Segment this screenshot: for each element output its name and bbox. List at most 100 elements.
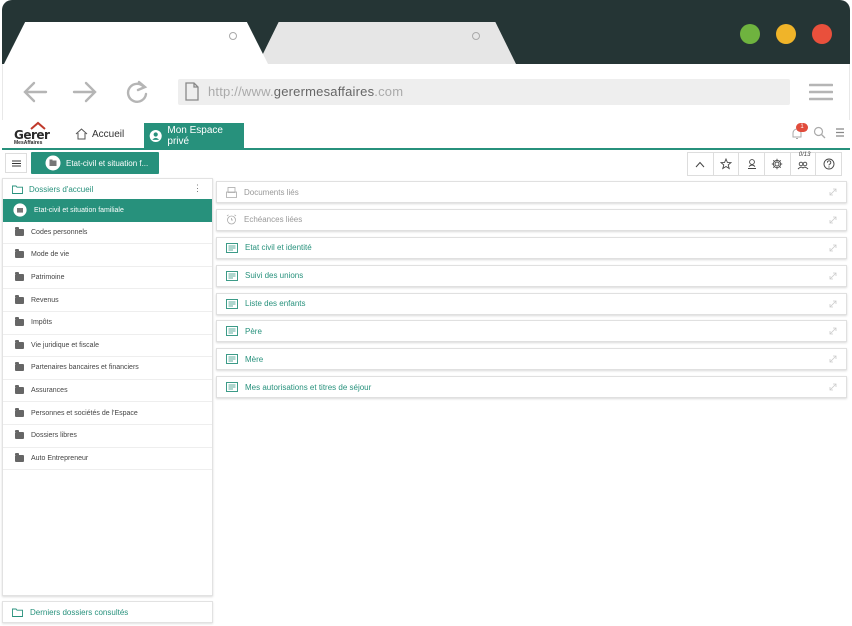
sidebar-item-label: Vie juridique et fiscale xyxy=(31,341,99,349)
sidebar-item-mode-de-vie[interactable]: Mode de vie xyxy=(3,244,212,267)
panel-enfants[interactable]: Liste des enfants xyxy=(216,292,847,315)
sidebar-item-label: Revenus xyxy=(31,296,59,304)
panel-echeances[interactable]: Echéances liées xyxy=(216,208,847,231)
nav-private-space[interactable]: Mon Espace privé xyxy=(144,123,244,148)
form-icon xyxy=(226,326,238,337)
help-button[interactable] xyxy=(815,152,843,176)
back-arrow-icon[interactable] xyxy=(22,78,48,106)
panel-label: Liste des enfants xyxy=(245,299,306,309)
sidebar-toggle-button[interactable] xyxy=(5,153,27,173)
sidebar-item-label: Personnes et sociétés de l'Espace xyxy=(31,409,138,417)
sidebar-item-label: Etat-civil et situation familiale xyxy=(34,206,124,214)
form-icon xyxy=(226,382,238,393)
expand-icon[interactable] xyxy=(829,300,837,308)
panel-label: Echéances liées xyxy=(244,215,303,225)
sidebar-item-auto-entrepreneur[interactable]: Auto Entrepreneur xyxy=(3,448,212,471)
expand-icon[interactable] xyxy=(829,327,837,335)
window-minimize-button[interactable] xyxy=(776,24,796,44)
panel-mere[interactable]: Mère xyxy=(216,348,847,371)
url-text[interactable]: http://www.gerermesaffaires.com xyxy=(208,84,403,99)
expand-icon[interactable] xyxy=(829,216,837,224)
folder-icon xyxy=(15,407,24,417)
sidebar-item-impots[interactable]: Impôts xyxy=(3,312,212,335)
panel-label: Mère xyxy=(245,354,264,364)
more-options-icon[interactable]: ⋮ xyxy=(193,183,202,194)
members-button[interactable]: 0/13 xyxy=(789,152,817,176)
panel-pere[interactable]: Père xyxy=(216,320,847,343)
sidebar-title: Dossiers d'accueil xyxy=(29,184,94,194)
form-icon xyxy=(226,298,238,309)
recent-folders-button[interactable]: Derniers dossiers consultés xyxy=(2,601,213,623)
window-close-button[interactable] xyxy=(812,24,832,44)
panel-documents[interactable]: Documents liés xyxy=(216,181,847,203)
app-header xyxy=(2,120,850,150)
toolbar-actions: 0/13 xyxy=(687,152,843,176)
sidebar-header[interactable]: Dossiers d'accueil ⋮ xyxy=(3,179,212,199)
nav-private-space-label: Mon Espace privé xyxy=(167,124,223,147)
folder-icon xyxy=(15,385,24,395)
panel-etat-civil[interactable]: Etat civil et identité xyxy=(216,236,847,259)
notification-badge: 1 xyxy=(796,123,808,132)
reload-icon[interactable] xyxy=(124,78,150,106)
current-folder-chip[interactable]: Etat-civil et situation f... xyxy=(31,152,159,174)
form-icon xyxy=(226,242,238,253)
nav-home-label: Accueil xyxy=(92,128,125,140)
sidebar-item-patrimoine[interactable]: Patrimoine xyxy=(3,267,212,290)
search-icon[interactable] xyxy=(813,126,826,139)
sidebar-item-assurances[interactable]: Assurances xyxy=(3,380,212,403)
collapse-button[interactable] xyxy=(687,152,714,176)
panel-label: Père xyxy=(245,326,262,336)
folder-icon xyxy=(15,226,24,236)
page-icon xyxy=(185,82,199,101)
sidebar-item-vie-juridique[interactable]: Vie juridique et fiscale xyxy=(3,335,212,358)
main-content: Documents liés Echéances liées Etat civi… xyxy=(216,181,847,404)
sidebar-item-label: Impôts xyxy=(31,319,53,327)
app-menu-icon[interactable] xyxy=(835,128,845,137)
sidebar-item-revenus[interactable]: Revenus xyxy=(3,289,212,312)
folder-outline-icon xyxy=(12,608,23,617)
favorite-button[interactable] xyxy=(712,152,740,176)
folder-icon xyxy=(15,249,24,259)
sidebar-item-label: Mode de vie xyxy=(31,251,70,259)
current-folder-label: Etat-civil et situation f... xyxy=(66,158,149,168)
folder-circle-icon xyxy=(45,155,61,171)
panel-autorisations[interactable]: Mes autorisations et titres de séjour xyxy=(216,376,847,399)
window-maximize-button[interactable] xyxy=(740,24,760,44)
folder-icon xyxy=(15,294,24,304)
panel-unions[interactable]: Suivi des unions xyxy=(216,264,847,287)
nav-home[interactable]: Accueil xyxy=(75,128,124,140)
sidebar-item-etat-civil[interactable]: Etat-civil et situation familiale xyxy=(3,199,212,222)
sidebar-item-dossiers-libres[interactable]: Dossiers libres xyxy=(3,425,212,448)
browser-menu-icon[interactable] xyxy=(809,83,833,101)
sidebar-item-label: Partenaires bancaires et financiers xyxy=(31,364,139,372)
expand-icon[interactable] xyxy=(829,188,837,196)
sidebar-item-personnes[interactable]: Personnes et sociétés de l'Espace xyxy=(3,402,212,425)
access-button[interactable] xyxy=(738,152,766,176)
user-stamp-icon xyxy=(747,159,756,169)
folder-icon xyxy=(15,362,24,372)
sidebar-item-label: Codes personnels xyxy=(31,228,88,236)
star-icon xyxy=(720,158,733,170)
tab-close-icon[interactable] xyxy=(472,32,480,40)
tab-close-icon[interactable] xyxy=(229,32,237,40)
gear-icon xyxy=(772,158,783,170)
folder-icon xyxy=(15,452,24,462)
expand-icon[interactable] xyxy=(829,383,837,391)
folder-icon xyxy=(15,272,24,282)
panel-label: Suivi des unions xyxy=(245,271,304,281)
members-counter: 0/13 xyxy=(798,152,811,158)
browser-tab-inactive[interactable] xyxy=(258,22,516,64)
expand-icon[interactable] xyxy=(829,244,837,252)
folders-sidebar: Dossiers d'accueil ⋮ Etat-civil et situa… xyxy=(2,178,213,596)
logo-subtitle: MesAffaires xyxy=(14,140,43,146)
sidebar-item-codes[interactable]: Codes personnels xyxy=(3,222,212,245)
folder-icon xyxy=(15,317,24,327)
expand-icon[interactable] xyxy=(829,272,837,280)
folder-outline-icon xyxy=(12,185,23,194)
settings-button[interactable] xyxy=(764,152,791,176)
sidebar-item-label: Auto Entrepreneur xyxy=(31,454,89,462)
forward-arrow-icon[interactable] xyxy=(72,78,98,106)
browser-tab-active[interactable] xyxy=(4,22,268,64)
expand-icon[interactable] xyxy=(829,355,837,363)
sidebar-item-partenaires[interactable]: Partenaires bancaires et financiers xyxy=(3,357,212,380)
